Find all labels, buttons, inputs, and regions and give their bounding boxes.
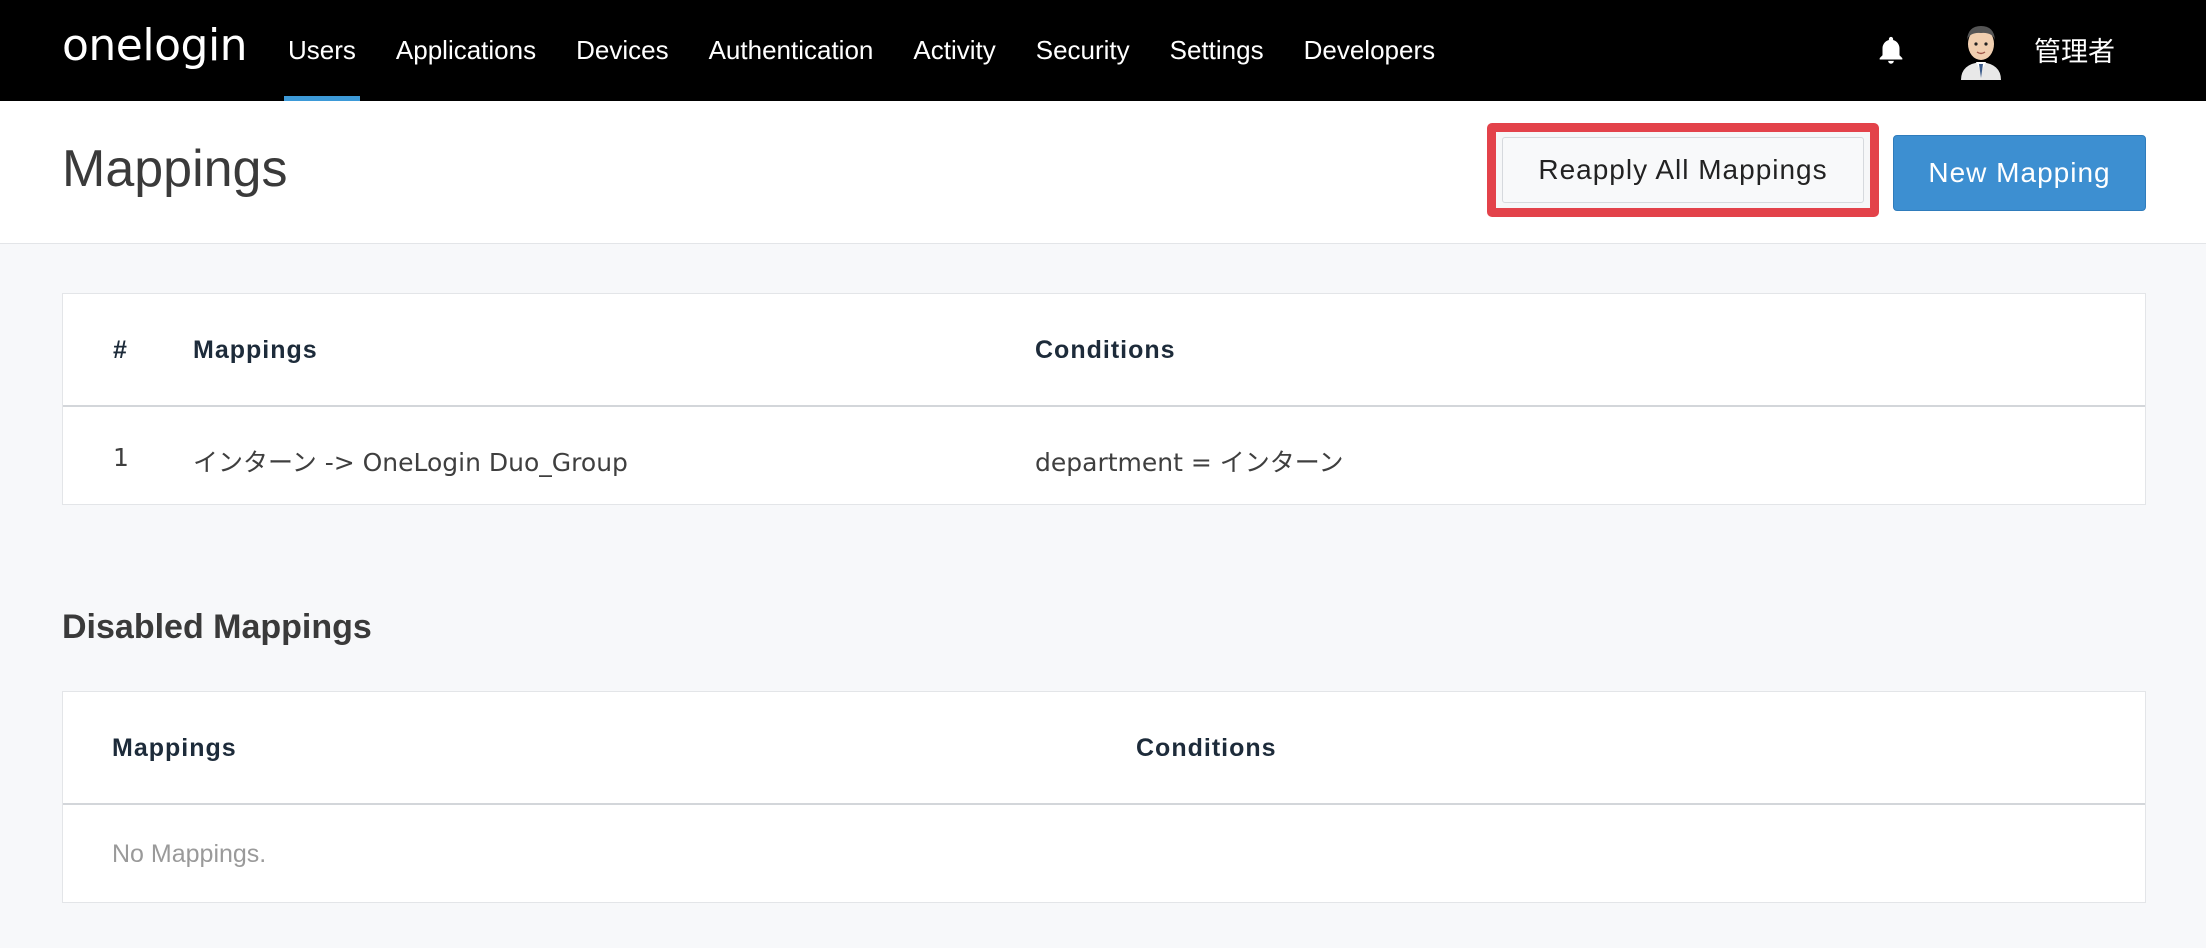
- onelogin-logo[interactable]: onelogin: [62, 20, 248, 71]
- disabled-mappings-title: Disabled Mappings: [62, 608, 372, 646]
- column-header-conditions: Conditions: [1035, 336, 1176, 364]
- highlight-frame: Reapply All Mappings: [1487, 123, 1879, 217]
- main-nav: Users Applications Devices Authenticatio…: [284, 0, 1471, 101]
- nav-users[interactable]: Users: [284, 0, 360, 101]
- nav-security[interactable]: Security: [1032, 0, 1134, 101]
- table-header: Mappings Conditions: [63, 692, 2145, 805]
- nav-developers[interactable]: Developers: [1300, 0, 1440, 101]
- nav-authentication[interactable]: Authentication: [705, 0, 878, 101]
- nav-applications[interactable]: Applications: [392, 0, 540, 101]
- nav-devices[interactable]: Devices: [572, 0, 672, 101]
- table-header: # Mappings Conditions: [63, 294, 2145, 407]
- column-header-index: #: [113, 336, 128, 364]
- column-header-mappings: Mappings: [112, 734, 237, 762]
- row-mapping[interactable]: インターン -> OneLogin Duo_Group: [193, 443, 628, 479]
- mappings-table: # Mappings Conditions 1 インターン -> OneLogi…: [62, 293, 2146, 505]
- nav-settings[interactable]: Settings: [1166, 0, 1268, 101]
- row-condition: department = インターン: [1035, 448, 1344, 477]
- empty-state-text: No Mappings.: [112, 840, 267, 868]
- reapply-all-mappings-button[interactable]: Reapply All Mappings: [1502, 137, 1864, 203]
- column-header-conditions: Conditions: [1136, 734, 1277, 762]
- new-mapping-button[interactable]: New Mapping: [1893, 135, 2146, 211]
- page-title: Mappings: [62, 140, 288, 198]
- avatar[interactable]: [1956, 20, 2006, 80]
- top-navbar: onelogin Users Applications Devices Auth…: [0, 0, 2206, 101]
- column-header-mappings: Mappings: [193, 336, 318, 364]
- row-index: 1: [113, 443, 129, 472]
- disabled-mappings-table: Mappings Conditions No Mappings.: [62, 691, 2146, 903]
- nav-activity[interactable]: Activity: [909, 0, 999, 101]
- page-header: Mappings Reapply All Mappings New Mappin…: [0, 101, 2206, 244]
- user-name[interactable]: 管理者: [2034, 30, 2115, 69]
- bell-icon[interactable]: [1874, 34, 1908, 68]
